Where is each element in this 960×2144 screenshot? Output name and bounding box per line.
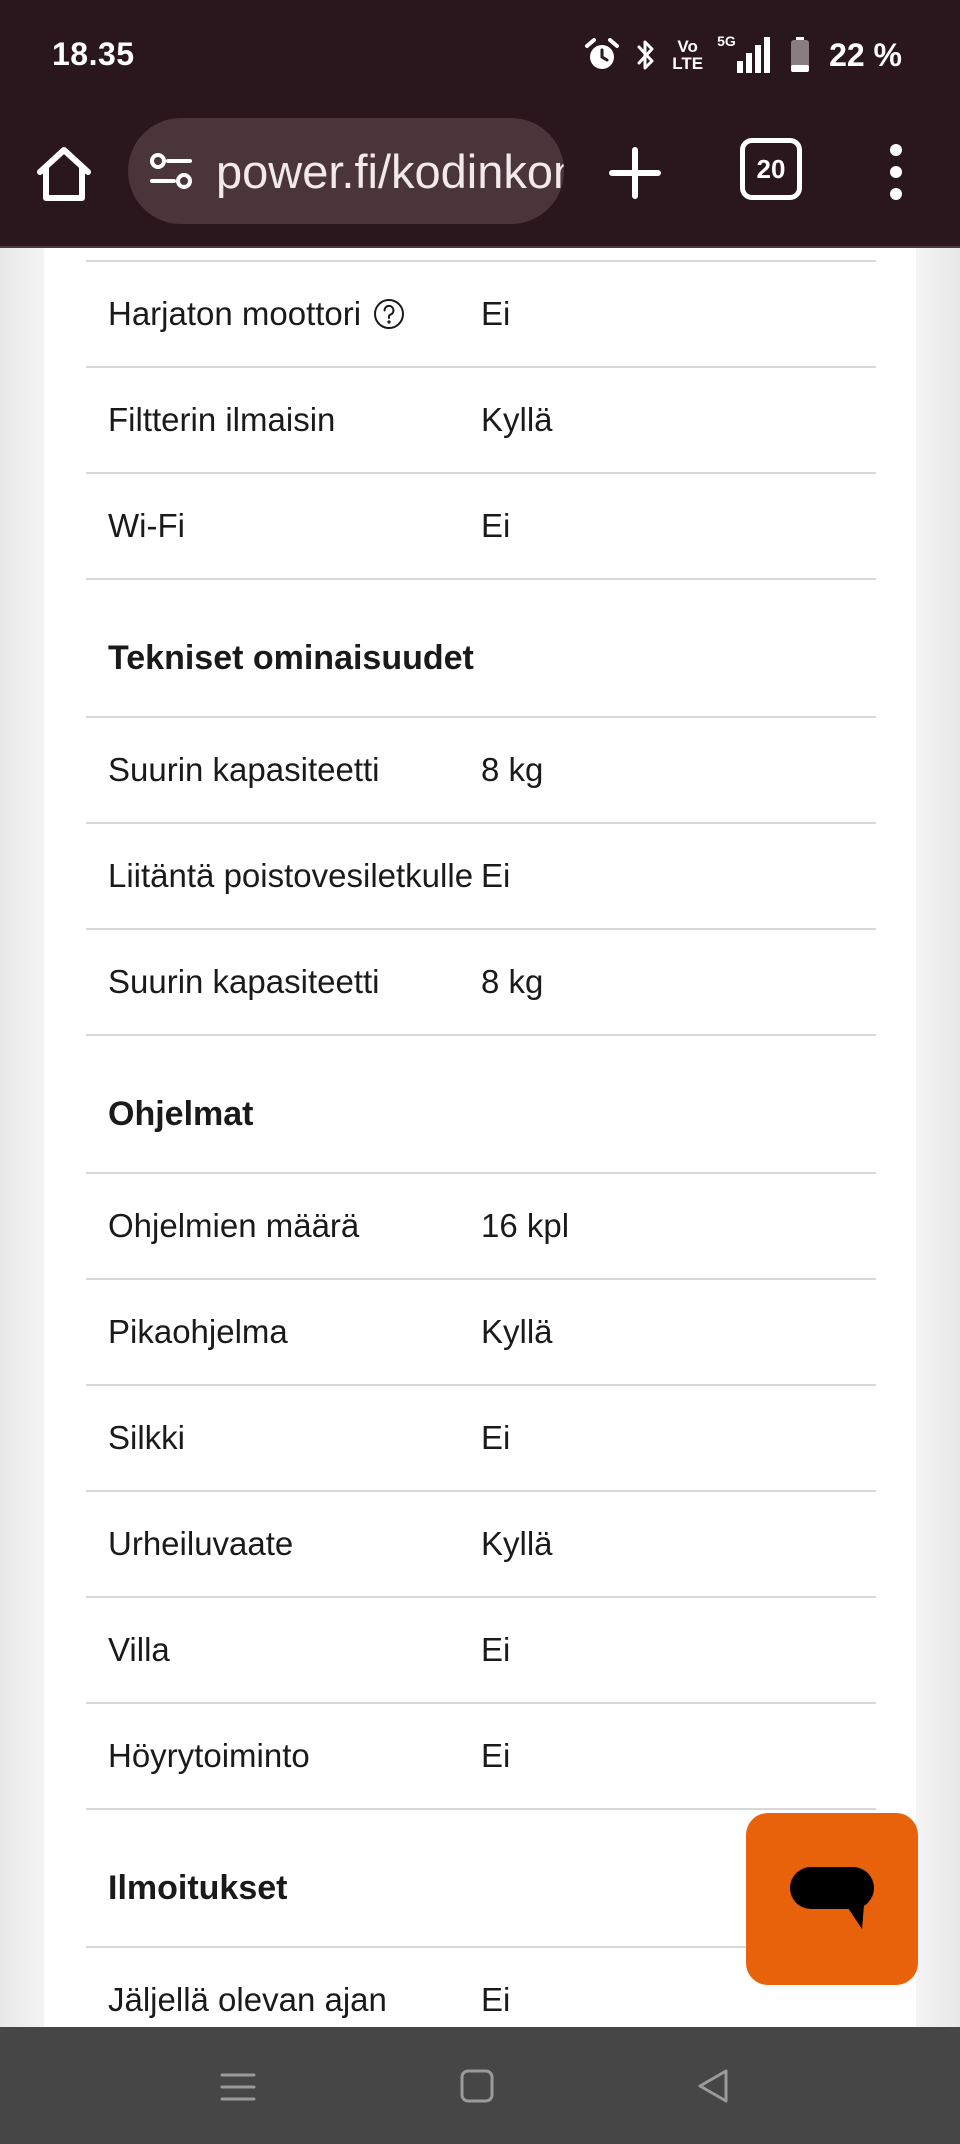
spec-label: Liitäntä poistovesiletkulle: [108, 857, 474, 894]
spec-row: Harjaton moottori Ei: [86, 260, 876, 366]
page-content: Harjaton moottori Ei Filtterin ilmaisin …: [0, 248, 960, 2028]
spec-value: 8 kg: [481, 751, 544, 788]
new-tab-button[interactable]: [604, 142, 666, 204]
spec-label: Filtterin ilmaisin: [108, 401, 336, 438]
spec-row: Ohjelmien määrä 16 kpl: [86, 1172, 876, 1278]
bluetooth-icon: [634, 37, 658, 73]
spec-value: Ei: [481, 1631, 511, 1668]
back-button[interactable]: [684, 2057, 744, 2117]
more-vert-icon: [890, 144, 902, 200]
plus-icon: [609, 147, 661, 199]
spec-row: Höyrytoiminto Ei: [86, 1702, 876, 1808]
spec-card: Harjaton moottori Ei Filtterin ilmaisin …: [44, 248, 916, 2028]
spec-label: Urheiluvaate: [108, 1525, 294, 1562]
status-icons: Vo LTE 5G 22 %: [584, 32, 902, 78]
spec-row: Pikaohjelma Kyllä: [86, 1278, 876, 1384]
spec-label: Silkki: [108, 1419, 186, 1456]
recent-apps-button[interactable]: [208, 2057, 268, 2117]
spec-row: Suurin kapasiteetti 8 kg: [86, 928, 876, 1034]
spec-row: Silkki Ei: [86, 1384, 876, 1490]
spec-label: Wi-Fi: [108, 507, 185, 544]
spec-label: Suurin kapasiteetti: [108, 751, 380, 788]
spec-row: Urheiluvaate Kyllä: [86, 1490, 876, 1596]
status-bar: 18.35 Vo LTE 5G 22 %: [0, 0, 960, 110]
help-icon[interactable]: [373, 298, 405, 330]
spec-value: Ei: [481, 1419, 511, 1456]
spec-value: Kyllä: [481, 401, 553, 438]
chat-bubble-icon: [790, 1867, 874, 1929]
home-square-icon: [460, 2069, 494, 2103]
section-heading: Tekniset ominaisuudet: [86, 578, 876, 716]
site-settings-icon[interactable]: [148, 148, 194, 194]
spec-label: Villa: [108, 1631, 170, 1668]
browser-toolbar: power.fi/kodinkoneet 20: [0, 110, 960, 248]
spec-label: Ohjelmien määrä: [108, 1207, 360, 1244]
spec-list: Harjaton moottori Ei Filtterin ilmaisin …: [86, 260, 876, 2028]
spec-row: Villa Ei: [86, 1596, 876, 1702]
spec-label: Harjaton moottori: [108, 295, 362, 332]
home-nav-button[interactable]: [446, 2057, 506, 2117]
spec-value: Ei: [481, 857, 511, 894]
spec-label: Jäljellä olevan ajan ilmaisin: [108, 1981, 387, 2018]
home-button[interactable]: [30, 140, 98, 208]
spec-row: Wi-Fi Ei: [86, 472, 876, 578]
home-icon: [37, 147, 91, 201]
spec-value: 8 kg: [481, 963, 544, 1000]
battery-percent: 22 %: [829, 36, 902, 73]
spec-value: Ei: [481, 1737, 511, 1774]
spec-value: Kyllä: [481, 1313, 553, 1350]
alarm-icon: [584, 37, 620, 73]
spec-row: Filtterin ilmaisin Kyllä: [86, 366, 876, 472]
spec-value: Ei: [481, 295, 511, 332]
spec-value: Ei: [481, 507, 511, 544]
status-time: 18.35: [52, 36, 135, 72]
back-icon: [698, 2069, 728, 2103]
url-text: power.fi/kodinkoneet: [216, 144, 564, 198]
section-heading: Ohjelmat: [86, 1034, 876, 1172]
spec-label: Suurin kapasiteetti: [108, 963, 380, 1000]
address-bar[interactable]: power.fi/kodinkoneet: [128, 118, 564, 224]
spec-label: Pikaohjelma: [108, 1313, 288, 1350]
spec-label: Höyrytoiminto: [108, 1737, 310, 1774]
recent-apps-icon: [220, 2073, 256, 2101]
spec-value: 16 kpl: [481, 1207, 570, 1244]
spec-row: Suurin kapasiteetti 8 kg: [86, 716, 876, 822]
chat-button[interactable]: [746, 1813, 918, 1985]
more-menu-button[interactable]: [870, 136, 922, 208]
system-nav-bar: [0, 2027, 960, 2144]
tab-switcher-button[interactable]: 20: [740, 138, 802, 200]
spec-value: Kyllä: [481, 1525, 553, 1562]
volte-indicator: Vo LTE: [672, 37, 704, 73]
battery-icon: [789, 36, 811, 74]
signal-icon: 5G: [717, 33, 775, 75]
spec-row: Liitäntä poistovesiletkulle Ei: [86, 822, 876, 928]
